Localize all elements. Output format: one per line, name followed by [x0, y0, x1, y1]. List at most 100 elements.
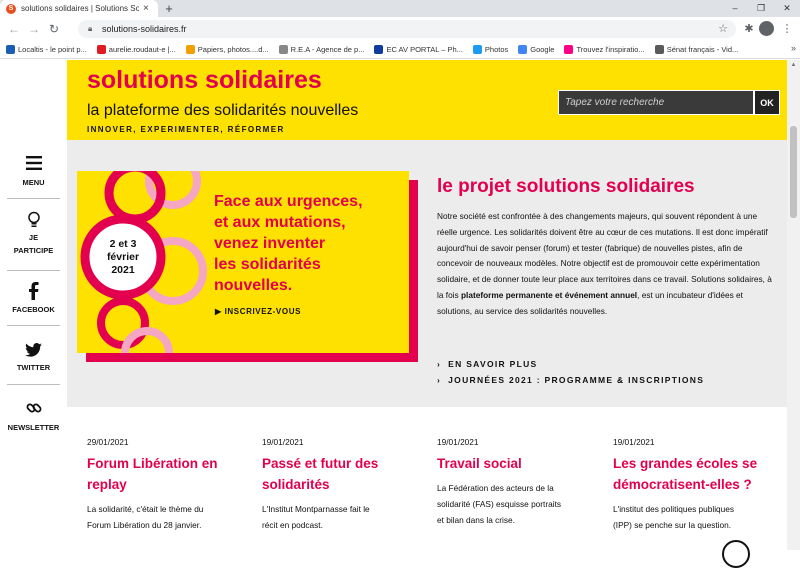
news-title-line: Passé et futur des	[262, 456, 379, 471]
browser-menu-icon[interactable]: ⋮	[779, 21, 795, 37]
banner-date-line-3: 2021	[111, 264, 135, 276]
news-title[interactable]: Travail social	[437, 453, 522, 474]
scroll-top-button[interactable]	[722, 540, 750, 568]
site-tagline: INNOVER, EXPERIMENTER, RÉFORMER	[87, 125, 285, 134]
bookmark-item[interactable]: Google	[518, 45, 554, 54]
bookmark-item[interactable]: EC AV PORTAL – Ph...	[374, 45, 463, 54]
news-title-line: Les grandes écoles se	[613, 456, 758, 471]
bookmark-item[interactable]: Trouvez l'inspiratio...	[564, 45, 645, 54]
news-excerpt-line: solidarité (FAS) esquisse portraits	[437, 499, 562, 509]
news-excerpt-line: La Fédération des acteurs de la	[437, 483, 554, 493]
sidebar-label-participe: PARTICIPE	[13, 246, 54, 255]
news-excerpt: La Fédération des acteurs de la solidarit…	[437, 480, 561, 528]
forward-arrow-icon[interactable]: →	[26, 21, 42, 37]
lightbulb-icon	[27, 211, 40, 227]
google-icon	[518, 45, 528, 54]
news-title-line: démocratisent-elles ?	[613, 477, 752, 492]
lock-icon[interactable]: 🔒︎	[88, 24, 98, 34]
play-arrow-icon: ▶	[215, 307, 222, 316]
sidebar-label-twitter: TWITTER	[16, 363, 51, 372]
banner-headline: Face aux urgences, et aux mutations, ven…	[214, 191, 363, 296]
bookmark-item[interactable]: Papiers, photos....d...	[185, 45, 269, 54]
news-title[interactable]: Forum Libération en replay	[87, 453, 218, 495]
tab-bar: S solutions solidaires | Solutions So × …	[0, 0, 800, 17]
bookmark-label: R.E.A - Agence de p...	[290, 45, 365, 54]
eu-icon	[374, 45, 384, 54]
news-section: 29/01/2021 Forum Libération en replay La so…	[67, 407, 787, 550]
site-favicon-icon: S	[6, 3, 16, 14]
bookmark-label: Google	[530, 45, 555, 54]
learn-more-label: EN SAVOIR PLUS	[448, 359, 538, 369]
sidebar-label-facebook: FACEBOOK	[12, 305, 55, 314]
bookmarks-more-icon[interactable]: »	[791, 43, 796, 53]
chevron-right-icon: ›	[437, 375, 442, 385]
senat-icon	[654, 45, 664, 54]
sidebar-item-menu[interactable]: MENU	[7, 155, 60, 199]
news-excerpt-line: Forum Libération du 28 janvier.	[87, 520, 202, 530]
news-date: 19/01/2021	[613, 437, 655, 447]
event-banner[interactable]: 2 et 3 février 2021 Face aux urgences, e…	[77, 171, 409, 353]
bookmark-item[interactable]: Photos	[472, 45, 509, 54]
news-excerpt: La solidarité, c'était le thème du Forum …	[87, 501, 203, 533]
learn-more-link[interactable]: › EN SAVOIR PLUS	[437, 359, 538, 369]
project-body-part-1: Notre société est confrontée à des chang…	[437, 211, 772, 300]
facebook-icon	[28, 282, 38, 300]
news-title[interactable]: Passé et futur des solidarités	[262, 453, 378, 495]
program-link[interactable]: › JOURNÉES 2021 : PROGRAMME & INSCRIPTION…	[437, 375, 704, 385]
sidebar-item-twitter[interactable]: TWITTER	[7, 343, 60, 385]
bookmark-label: aurelie.roudaut-e |...	[108, 45, 176, 54]
sidebar-item-newsletter[interactable]: NEWSLETTER	[7, 400, 60, 440]
scrollbar-thumb[interactable]	[790, 126, 797, 218]
reload-icon[interactable]: ↻	[46, 21, 62, 37]
extensions-icon[interactable]: ✱	[741, 21, 757, 37]
bookmark-item[interactable]: Localtis - le point p...	[6, 45, 87, 54]
banner-headline-line: nouvelles.	[214, 277, 293, 294]
news-excerpt: L'institut des politiques publiques (IPP)…	[613, 501, 734, 533]
banner-date-line-1: 2 et 3	[109, 238, 137, 250]
news-excerpt-line: et bilan dans la crise.	[437, 515, 515, 525]
banner-headline-line: les solidarités	[214, 256, 321, 273]
project-body-bold: plateforme permanente et événement annue…	[460, 289, 638, 300]
bookmark-item[interactable]: R.E.A - Agence de p...	[278, 45, 365, 54]
news-excerpt: L'Institut Montparnasse fait le récit en …	[262, 501, 370, 533]
minimize-button[interactable]: –	[722, 0, 748, 17]
bookmark-item[interactable]: Sénat français - Vid...	[654, 45, 738, 54]
project-description: Notre société est confrontée à des chang…	[437, 209, 772, 320]
banner-headline-line: Face aux urgences,	[214, 193, 363, 210]
page-content: MENU JE PARTICIPE FACEBOOK TWITTER NEWSL…	[0, 60, 800, 550]
sidebar-label-newsletter: NEWSLETTER	[7, 423, 60, 432]
back-arrow-icon[interactable]: ←	[6, 21, 22, 37]
banner-headline-line: venez inventer	[214, 235, 326, 252]
news-title-line: Forum Libération en	[87, 456, 218, 471]
bookmark-label: Localtis - le point p...	[18, 45, 87, 54]
sidebar-label-je: JE	[28, 233, 39, 242]
page-scrollbar[interactable]: ▲	[787, 60, 800, 550]
close-window-button[interactable]: ✕	[774, 0, 800, 17]
bookmarks-bar: Localtis - le point p... aurelie.roudaut-…	[0, 41, 800, 59]
site-title[interactable]: solutions solidaires	[87, 66, 322, 95]
search-button[interactable]: OK	[754, 90, 780, 115]
news-title-line: replay	[87, 477, 127, 492]
bookmark-label: EC AV PORTAL – Ph...	[386, 45, 463, 54]
search-input[interactable]	[558, 90, 754, 115]
news-title[interactable]: Les grandes écoles se démocratisent-elles…	[613, 453, 757, 495]
site-header: solutions solidaires la plateforme des s…	[67, 60, 787, 140]
browser-tab[interactable]: S solutions solidaires | Solutions So ×	[0, 0, 158, 17]
bookmark-item[interactable]: aurelie.roudaut-e |...	[96, 45, 176, 54]
profile-avatar-icon[interactable]	[759, 21, 774, 36]
sidebar-item-participate[interactable]: JE PARTICIPE	[7, 211, 60, 271]
news-title-line: solidarités	[262, 477, 330, 492]
new-tab-button[interactable]: +	[162, 0, 176, 17]
address-bar[interactable]: 🔒︎ solutions-solidaires.fr ☆	[78, 20, 736, 38]
register-link[interactable]: ▶ INSCRIVEZ-VOUS	[215, 307, 301, 316]
menu-icon	[25, 156, 42, 170]
bookmark-star-icon[interactable]: ☆	[718, 22, 728, 35]
tab-close-icon[interactable]: ×	[143, 3, 149, 14]
bookmark-label: Photos	[484, 45, 509, 54]
project-title: le projet solutions solidaires	[437, 176, 695, 197]
restore-button[interactable]: ❐	[748, 0, 774, 17]
sidebar-label-menu: MENU	[22, 178, 45, 187]
sidebar-item-facebook[interactable]: FACEBOOK	[7, 282, 60, 326]
scroll-up-icon[interactable]: ▲	[787, 60, 800, 70]
outlook-icon	[96, 45, 106, 54]
